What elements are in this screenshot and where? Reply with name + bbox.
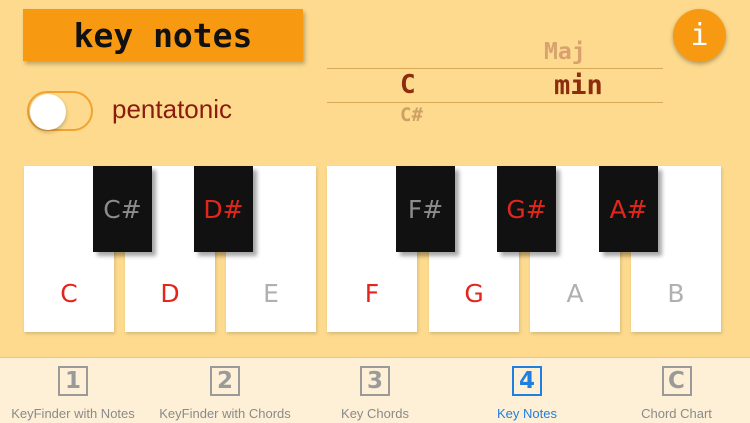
- black-key-d-sharp[interactable]: D#: [194, 166, 253, 252]
- tab-chord-chart[interactable]: C Chord Chart: [603, 358, 750, 423]
- black-key-a-sharp[interactable]: A#: [599, 166, 658, 252]
- key-label: G#: [506, 195, 547, 224]
- key-label: A#: [609, 195, 648, 224]
- number-2-icon: 2: [210, 366, 240, 396]
- key-label: B: [667, 279, 685, 308]
- tab-keyfinder-chords[interactable]: 2 KeyFinder with Chords: [148, 358, 302, 423]
- key-label: E: [263, 279, 279, 308]
- tab-bar: 1 KeyFinder with Notes 2 KeyFinder with …: [0, 357, 750, 423]
- tab-label: Chord Chart: [641, 406, 712, 421]
- number-1-icon: 1: [58, 366, 88, 396]
- black-key-f-sharp[interactable]: F#: [396, 166, 455, 252]
- key-label: F: [364, 279, 380, 308]
- tab-label: Key Chords: [341, 406, 409, 421]
- key-label: A: [566, 279, 584, 308]
- tab-keyfinder-notes[interactable]: 1 KeyFinder with Notes: [0, 358, 146, 423]
- key-label: C: [60, 279, 78, 308]
- tab-key-notes[interactable]: 4 Key Notes: [452, 358, 602, 423]
- key-label: D: [160, 279, 180, 308]
- black-key-c-sharp[interactable]: C#: [93, 166, 152, 252]
- key-label: C#: [103, 195, 142, 224]
- key-label: F#: [407, 195, 444, 224]
- key-label: D#: [203, 195, 244, 224]
- tab-label: KeyFinder with Chords: [159, 406, 291, 421]
- piano-keyboard: C D E F G A B C# D# F# G# A#: [0, 0, 750, 345]
- black-key-g-sharp[interactable]: G#: [497, 166, 556, 252]
- number-4-icon: 4: [512, 366, 542, 396]
- key-label: G: [464, 279, 484, 308]
- tab-key-chords[interactable]: 3 Key Chords: [300, 358, 450, 423]
- letter-c-icon: C: [661, 366, 692, 396]
- tab-label: Key Notes: [497, 406, 557, 421]
- number-3-icon: 3: [360, 366, 390, 396]
- tab-label: KeyFinder with Notes: [11, 406, 135, 421]
